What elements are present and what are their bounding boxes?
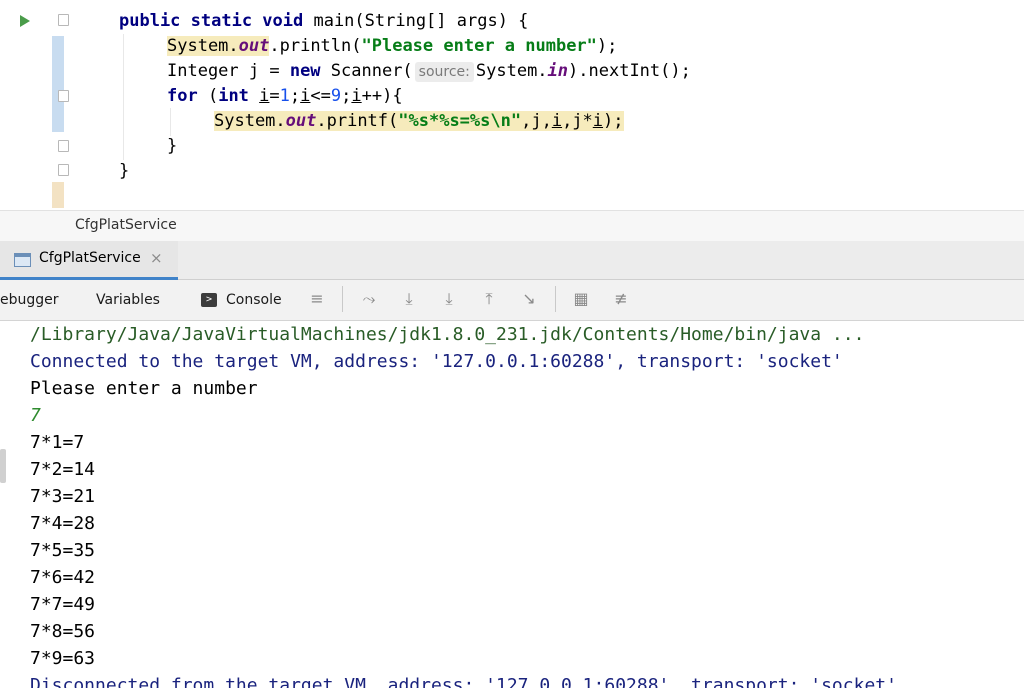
tab-label: CfgPlatService <box>39 250 141 266</box>
vcs-added-marker[interactable] <box>52 182 64 208</box>
show-execution-point-icon[interactable]: ⤳ <box>358 288 380 310</box>
console-line: 7*7=49 <box>30 594 96 615</box>
fold-start-icon[interactable] <box>58 14 69 26</box>
tab-debugger[interactable]: ebugger <box>0 292 59 308</box>
code-line-2: System.out.println("Please enter a numbe… <box>167 36 618 56</box>
debug-toolbar: ebugger Variables > Console ≡ ⤳ ⤓ ⤓ ⤒ ↘ … <box>0 280 1024 321</box>
console-line: /Library/Java/JavaVirtualMachines/jdk1.8… <box>30 324 865 345</box>
breadcrumb-item[interactable]: CfgPlatService <box>75 217 177 233</box>
console-line: Connected to the target VM, address: '12… <box>30 351 843 372</box>
code-line-4: for (int i=1;i<=9;i++){ <box>167 86 403 106</box>
indent-guide <box>123 34 124 160</box>
tab-cfgplatservice[interactable]: CfgPlatService × <box>0 241 178 280</box>
step-out-icon[interactable]: ⤒ <box>478 288 500 310</box>
console-gutter-marker <box>0 449 6 483</box>
console-line: 7*2=14 <box>30 459 96 480</box>
fold-start-icon[interactable] <box>58 90 69 102</box>
close-icon[interactable]: × <box>150 249 163 267</box>
run-gutter-icon[interactable] <box>20 15 30 27</box>
run-config-icon <box>14 253 31 267</box>
console-line: Disconnected from the target VM, address… <box>30 675 897 688</box>
tab-variables[interactable]: Variables <box>96 292 160 308</box>
console-line: 7 <box>30 405 41 426</box>
console-line: 7*1=7 <box>30 432 85 453</box>
menu-icon[interactable]: ≡ <box>306 288 328 310</box>
step-over-icon[interactable]: ⤓ <box>398 288 420 310</box>
breadcrumb: CfgPlatService <box>0 210 1024 242</box>
code-line-7: } <box>119 161 130 181</box>
code-line-1: public static void main(String[] args) { <box>119 11 529 31</box>
console-line: 7*3=21 <box>30 486 96 507</box>
console-line: Please enter a number <box>30 378 258 399</box>
code-line-5: System.out.printf("%s*%s=%s\n",j,i,j*i); <box>214 111 624 131</box>
toolbar-divider <box>342 286 343 312</box>
debug-tool-window-tabs: CfgPlatService × <box>0 241 1024 280</box>
toolbar-divider <box>555 286 556 312</box>
console-line: 7*6=42 <box>30 567 96 588</box>
console-line: 7*8=56 <box>30 621 96 642</box>
indent-guide <box>170 108 171 136</box>
vcs-modified-marker[interactable] <box>52 36 64 132</box>
editor-gutter <box>0 0 72 210</box>
console-line: 7*4=28 <box>30 513 96 534</box>
parameter-hint: source: <box>414 62 474 82</box>
run-to-cursor-icon[interactable]: ↘ <box>518 288 540 310</box>
console-line: 7*9=63 <box>30 648 96 669</box>
console-output[interactable]: /Library/Java/JavaVirtualMachines/jdk1.8… <box>0 321 1024 688</box>
code-line-3: Integer j = new Scanner(source: System.in… <box>167 61 691 82</box>
console-line: 7*5=35 <box>30 540 96 561</box>
fold-end-icon[interactable] <box>58 140 69 152</box>
code-line-6: } <box>167 136 178 156</box>
code-editor[interactable]: public static void main(String[] args) {… <box>0 0 1024 210</box>
tab-console[interactable]: Console <box>226 292 282 308</box>
evaluate-icon[interactable]: ▦ <box>570 288 592 310</box>
step-into-icon[interactable]: ⤓ <box>438 288 460 310</box>
console-icon: > <box>201 293 217 307</box>
trace-icon[interactable]: ≢ <box>610 288 632 310</box>
fold-end-icon[interactable] <box>58 164 69 176</box>
